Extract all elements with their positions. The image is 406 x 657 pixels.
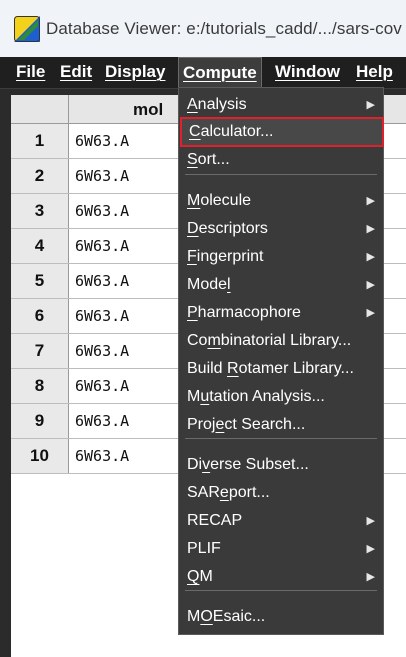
menu-item-pharmacophore[interactable]: Pharmacophore ▶	[179, 299, 383, 327]
menu-item-model[interactable]: Model ▶	[179, 271, 383, 299]
window-title: Database Viewer: e:/tutorials_cadd/.../s…	[46, 19, 402, 38]
menu-help[interactable]: Help	[354, 57, 395, 88]
menu-item-label: Calculator...	[189, 123, 274, 140]
menu-bar: File Edit Display Compute Window Help	[0, 57, 406, 89]
menu-display[interactable]: Display	[103, 57, 167, 88]
menu-item-sareport[interactable]: SAReport...	[179, 479, 383, 507]
submenu-arrow-icon: ▶	[366, 223, 375, 235]
mol-cell[interactable]: 6W63.A	[75, 299, 129, 333]
menu-compute[interactable]: Compute	[178, 57, 262, 88]
menu-edit[interactable]: Edit	[58, 57, 94, 88]
row-number[interactable]: 8	[11, 369, 69, 403]
mol-cell[interactable]: 6W63.A	[75, 229, 129, 263]
mol-cell[interactable]: 6W63.A	[75, 124, 129, 158]
menu-item-label: Analysis	[187, 96, 247, 113]
row-number[interactable]: 4	[11, 229, 69, 263]
menu-item-label: SAReport...	[187, 484, 270, 501]
row-number[interactable]: 5	[11, 264, 69, 298]
mol-cell[interactable]: 6W63.A	[75, 264, 129, 298]
menu-item-label: QM	[187, 568, 213, 585]
menu-item-analysis[interactable]: Analysis ▶	[179, 91, 383, 119]
menu-item-combinatorial-library[interactable]: Combinatorial Library...	[179, 327, 383, 355]
submenu-arrow-icon: ▶	[366, 279, 375, 291]
menu-item-build-rotamer-library[interactable]: Build Rotamer Library...	[179, 355, 383, 383]
menu-item-label: RECAP	[187, 512, 243, 529]
submenu-arrow-icon: ▶	[366, 571, 375, 583]
submenu-arrow-icon: ▶	[366, 195, 375, 207]
mol-cell[interactable]: 6W63.A	[75, 159, 129, 193]
menu-separator	[185, 438, 377, 439]
menu-item-label: Molecule	[187, 192, 252, 209]
mol-cell[interactable]: 6W63.A	[75, 439, 129, 473]
menu-item-label: MOEsaic...	[187, 608, 266, 625]
menu-item-label: Combinatorial Library...	[187, 332, 352, 349]
menu-item-label: Model	[187, 276, 231, 293]
menu-item-descriptors[interactable]: Descriptors ▶	[179, 215, 383, 243]
table-corner-header[interactable]	[11, 95, 69, 124]
menu-item-fingerprint[interactable]: Fingerprint ▶	[179, 243, 383, 271]
submenu-arrow-icon: ▶	[366, 99, 375, 111]
menu-item-calculator[interactable]: Calculator...	[180, 117, 384, 147]
compute-menu-dropdown: Analysis ▶ Calculator... Sort... Molecule ▶ De…	[178, 87, 384, 635]
row-number[interactable]: 6	[11, 299, 69, 333]
menu-item-project-search[interactable]: Project Search...	[179, 411, 383, 439]
menu-window[interactable]: Window	[273, 57, 342, 88]
menu-file[interactable]: File	[14, 57, 47, 88]
menu-separator	[185, 590, 377, 591]
row-number[interactable]: 9	[11, 404, 69, 438]
menu-item-mutation-analysis[interactable]: Mutation Analysis...	[179, 383, 383, 411]
menu-item-label: Project Search...	[187, 416, 306, 433]
submenu-arrow-icon: ▶	[366, 251, 375, 263]
row-number[interactable]: 7	[11, 334, 69, 368]
menu-item-moesaic[interactable]: MOEsaic...	[179, 603, 383, 631]
menu-item-qm[interactable]: QM ▶	[179, 563, 383, 591]
menu-item-label: Build Rotamer Library...	[187, 360, 354, 377]
menu-item-label: Diverse Subset...	[187, 456, 309, 473]
menu-item-sort[interactable]: Sort...	[179, 146, 383, 174]
mol-cell[interactable]: 6W63.A	[75, 194, 129, 228]
mol-cell[interactable]: 6W63.A	[75, 369, 129, 403]
menu-item-label: Mutation Analysis...	[187, 388, 325, 405]
mol-cell[interactable]: 6W63.A	[75, 334, 129, 368]
menu-item-label: Fingerprint	[187, 248, 264, 265]
menu-item-label: Pharmacophore	[187, 304, 301, 321]
app-logo-icon	[14, 16, 40, 42]
row-number[interactable]: 10	[11, 439, 69, 473]
submenu-arrow-icon: ▶	[366, 307, 375, 319]
submenu-arrow-icon: ▶	[366, 543, 375, 555]
menu-item-label: Descriptors	[187, 220, 268, 237]
row-number[interactable]: 2	[11, 159, 69, 193]
column-header-label: mol	[133, 100, 164, 119]
row-number[interactable]: 3	[11, 194, 69, 228]
menu-item-label: Sort...	[187, 151, 230, 168]
menu-item-diverse-subset[interactable]: Diverse Subset...	[179, 451, 383, 479]
menu-separator	[185, 174, 377, 175]
menu-item-recap[interactable]: RECAP ▶	[179, 507, 383, 535]
title-bar: Database Viewer: e:/tutorials_cadd/.../s…	[0, 0, 406, 58]
mol-cell[interactable]: 6W63.A	[75, 404, 129, 438]
menu-item-label: PLIF	[187, 540, 221, 557]
menu-item-molecule[interactable]: Molecule ▶	[179, 187, 383, 215]
row-number[interactable]: 1	[11, 124, 69, 158]
submenu-arrow-icon: ▶	[366, 515, 375, 527]
menu-item-plif[interactable]: PLIF ▶	[179, 535, 383, 563]
